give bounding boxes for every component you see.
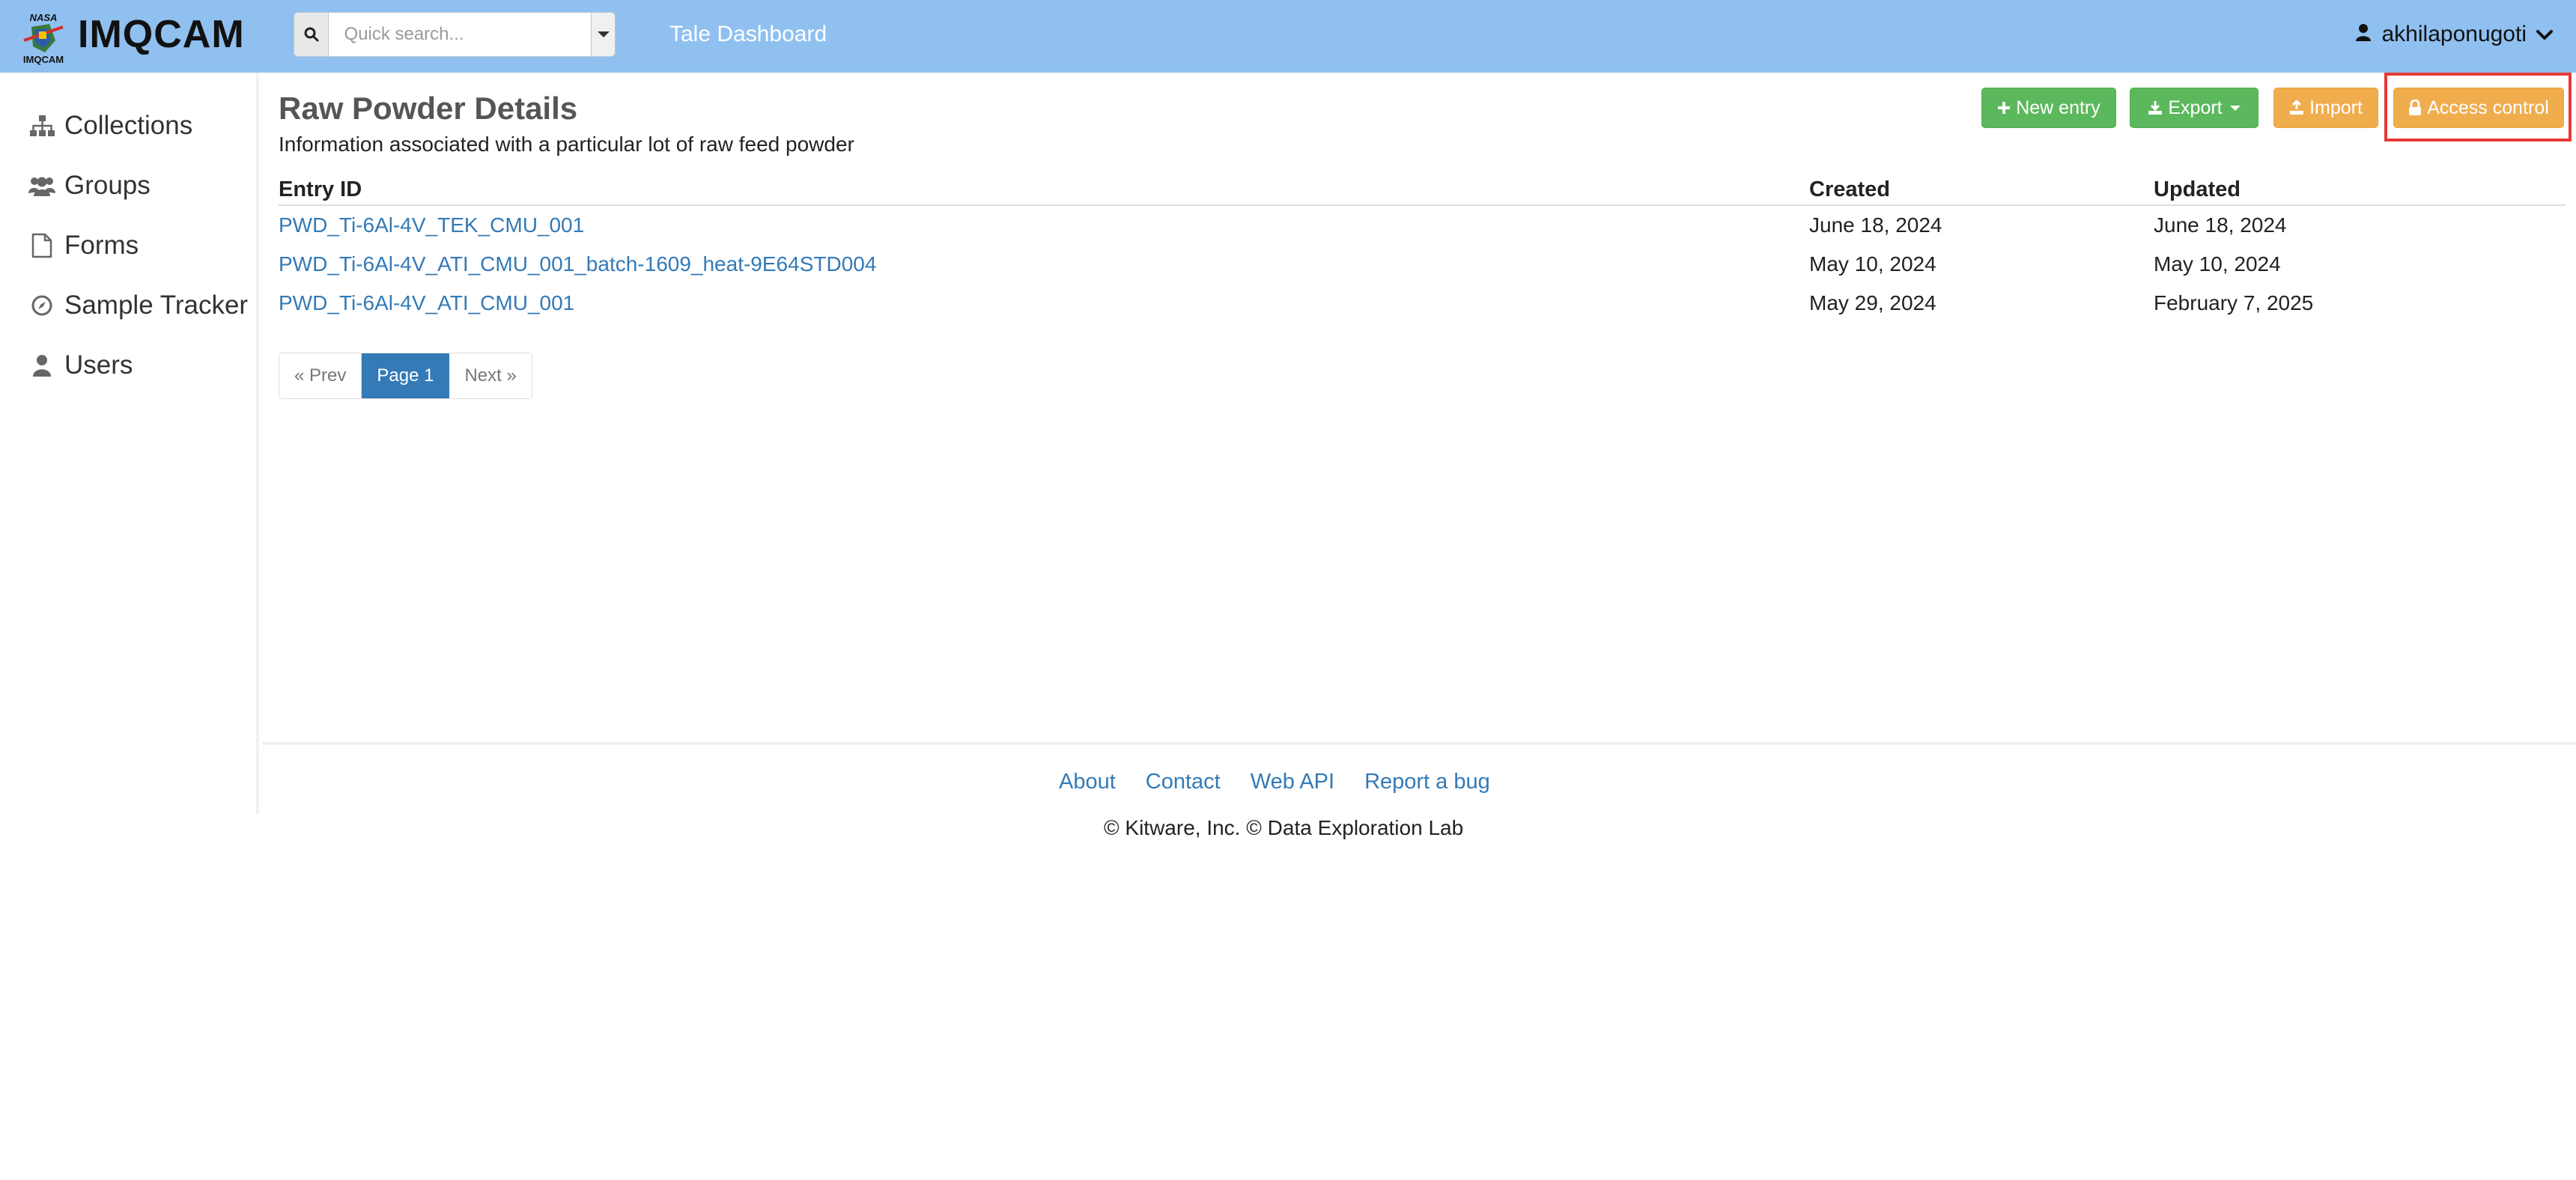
table-row: PWD_Ti-6Al-4V_TEK_CMU_001 June 18, 2024 …: [279, 206, 2566, 245]
table-header: Entry ID Created Updated: [279, 176, 2566, 206]
chevron-down-icon: [2536, 22, 2554, 47]
users-icon: [28, 172, 55, 199]
created-date: May 29, 2024: [1809, 291, 1936, 314]
user-icon: [28, 352, 55, 379]
upload-icon: [2289, 100, 2304, 115]
page-description: Information associated with a particular…: [279, 133, 854, 156]
sidebar-item-collections[interactable]: Collections: [28, 107, 192, 145]
updated-date: May 10, 2024: [2154, 252, 2281, 276]
footer-link-report-bug[interactable]: Report a bug: [1364, 768, 1490, 795]
created-date: June 18, 2024: [1809, 213, 1942, 237]
footer-copyright: © Kitware, Inc. © Data Exploration Lab: [1104, 816, 1464, 839]
sidebar-item-label: Sample Tracker: [64, 291, 249, 320]
pagination: « Prev Page 1 Next »: [279, 353, 532, 399]
search-input[interactable]: [329, 13, 592, 56]
search-button[interactable]: [294, 13, 329, 56]
footer-link-about[interactable]: About: [1059, 768, 1116, 795]
user-menu[interactable]: akhilaponugoti: [2355, 19, 2554, 49]
export-label: Export: [2168, 97, 2223, 118]
new-entry-button[interactable]: New entry: [1981, 88, 2116, 128]
next-page-button[interactable]: Next »: [449, 353, 532, 398]
entry-id-link[interactable]: PWD_Ti-6Al-4V_ATI_CMU_001: [279, 290, 574, 317]
svg-text:IMQCAM: IMQCAM: [23, 54, 64, 65]
column-header-created[interactable]: Created: [1809, 176, 1890, 203]
tale-dashboard-link[interactable]: Tale Dashboard: [669, 19, 827, 49]
sidebar-item-sample-tracker[interactable]: Sample Tracker: [28, 287, 248, 324]
lock-icon: [2408, 100, 2422, 116]
quick-search: [294, 12, 616, 57]
entry-id-link[interactable]: PWD_Ti-6Al-4V_ATI_CMU_001_batch-1609_hea…: [279, 251, 876, 278]
import-label: Import: [2309, 97, 2363, 118]
column-header-entry-id[interactable]: Entry ID: [279, 176, 362, 203]
prev-page-button[interactable]: « Prev: [279, 353, 362, 398]
access-control-label: Access control: [2427, 97, 2549, 118]
column-header-updated[interactable]: Updated: [2154, 176, 2241, 203]
sidebar-item-label: Groups: [64, 171, 151, 200]
brand-title[interactable]: IMQCAM: [78, 12, 245, 57]
table-row: PWD_Ti-6Al-4V_ATI_CMU_001 May 29, 2024 F…: [279, 284, 2566, 323]
download-icon: [2148, 100, 2163, 115]
file-icon: [28, 232, 55, 259]
svg-text:NASA: NASA: [30, 12, 58, 23]
main-content: Raw Powder Details Information associate…: [262, 73, 2576, 745]
sidebar-item-label: Users: [64, 350, 133, 380]
new-entry-label: New entry: [2016, 97, 2100, 118]
export-button[interactable]: Export: [2130, 88, 2258, 128]
created-date: May 10, 2024: [1809, 252, 1936, 276]
sidebar: Collections Groups Forms Sample Tracker …: [0, 73, 259, 814]
compass-icon: [28, 292, 55, 319]
access-control-button[interactable]: Access control: [2393, 88, 2564, 128]
username: akhilaponugoti: [2381, 22, 2527, 46]
caret-down-icon: [597, 31, 610, 37]
updated-date: June 18, 2024: [2154, 213, 2287, 237]
sitemap-icon: [28, 112, 55, 139]
entry-id-link[interactable]: PWD_Ti-6Al-4V_TEK_CMU_001: [279, 212, 584, 239]
footer-link-web-api[interactable]: Web API: [1251, 768, 1334, 795]
plus-icon: [1997, 101, 2011, 115]
sidebar-item-forms[interactable]: Forms: [28, 227, 139, 264]
updated-date: February 7, 2025: [2154, 291, 2314, 314]
import-button[interactable]: Import: [2273, 88, 2378, 128]
entries-table: Entry ID Created Updated PWD_Ti-6Al-4V_T…: [279, 176, 2566, 323]
footer-link-contact[interactable]: Contact: [1146, 768, 1221, 795]
top-navbar: NASA IMQCAM IMQCAM Tale Dashboard akhila…: [0, 0, 2576, 73]
sidebar-item-label: Forms: [64, 231, 139, 260]
user-icon: [2355, 22, 2372, 47]
nasa-imqcam-logo[interactable]: NASA IMQCAM: [16, 10, 70, 66]
current-page-button[interactable]: Page 1: [362, 353, 450, 398]
sidebar-item-users[interactable]: Users: [28, 347, 133, 384]
search-mode-dropdown[interactable]: [591, 13, 615, 56]
caret-down-icon: [2229, 105, 2241, 111]
sidebar-item-groups[interactable]: Groups: [28, 167, 151, 204]
table-row: PWD_Ti-6Al-4V_ATI_CMU_001_batch-1609_hea…: [279, 245, 2566, 284]
footer-links: About Contact Web API Report a bug: [1059, 768, 1520, 795]
page-title: Raw Powder Details: [279, 91, 578, 126]
sidebar-item-label: Collections: [64, 111, 193, 140]
search-icon: [304, 27, 319, 42]
